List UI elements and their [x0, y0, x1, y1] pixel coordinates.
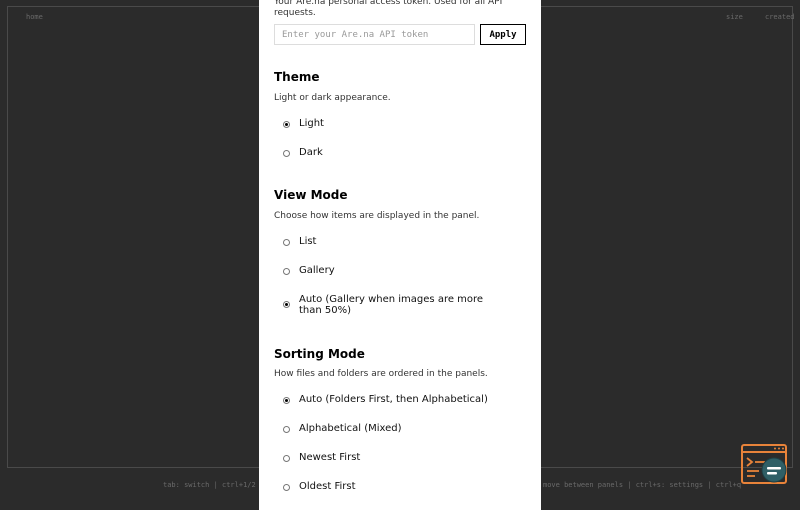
status-bar-left: tab: switch | ctrl+1/2 — [163, 481, 256, 489]
left-panel-background: home — [7, 6, 260, 468]
right-panel-background: size created — [540, 6, 795, 468]
terminal-window-icon[interactable] — [741, 444, 789, 486]
api-token-input[interactable] — [274, 24, 475, 45]
sort-option-label: Alphabetical (Mixed) — [299, 423, 402, 434]
theme-option-label: Light — [299, 118, 324, 129]
view-mode-title: View Mode — [274, 188, 348, 202]
token-description: Your Are.na personal access token. Used … — [274, 0, 503, 18]
radio-auto-sort[interactable] — [283, 397, 290, 404]
radio-newest[interactable] — [283, 455, 290, 462]
settings-modal: Your Are.na personal access token. Used … — [259, 0, 541, 510]
token-row: Apply — [274, 24, 526, 45]
radio-list[interactable] — [283, 239, 290, 246]
view-mode-description: Choose how items are displayed in the pa… — [274, 211, 480, 221]
left-panel-title: home — [26, 13, 43, 21]
column-created-label: created — [765, 13, 795, 21]
radio-oldest[interactable] — [283, 484, 290, 491]
view-option-label: Gallery — [299, 265, 335, 276]
column-size-label: size — [726, 13, 743, 21]
view-option-auto[interactable]: Auto (Gallery when images are more than … — [283, 294, 498, 316]
view-option-label: List — [299, 236, 317, 247]
sort-option-label: Auto (Folders First, then Alphabetical) — [299, 394, 488, 405]
sort-option-newest[interactable]: Newest First — [283, 452, 523, 463]
radio-dark[interactable] — [283, 150, 290, 157]
view-option-list[interactable]: List — [283, 236, 523, 247]
sorting-mode-description: How files and folders are ordered in the… — [274, 369, 488, 379]
theme-title: Theme — [274, 70, 320, 84]
radio-light[interactable] — [283, 121, 290, 128]
theme-description: Light or dark appearance. — [274, 93, 391, 103]
sort-option-label: Newest First — [299, 452, 361, 463]
view-option-label: Auto (Gallery when images are more than … — [299, 294, 484, 316]
sort-option-auto[interactable]: Auto (Folders First, then Alphabetical) — [283, 394, 523, 405]
sort-option-label: Oldest First — [299, 481, 356, 492]
radio-alphabetical[interactable] — [283, 426, 290, 433]
theme-option-dark[interactable]: Dark — [283, 147, 523, 158]
radio-gallery[interactable] — [283, 268, 290, 275]
sorting-mode-title: Sorting Mode — [274, 347, 365, 361]
sort-option-alphabetical[interactable]: Alphabetical (Mixed) — [283, 423, 523, 434]
theme-option-label: Dark — [299, 147, 323, 158]
apply-button[interactable]: Apply — [480, 24, 526, 45]
theme-option-light[interactable]: Light — [283, 118, 523, 129]
status-bar-right: move between panels | ctrl+s: settings |… — [543, 481, 742, 489]
radio-auto-view[interactable] — [283, 301, 290, 308]
sort-option-oldest[interactable]: Oldest First — [283, 481, 523, 492]
view-option-gallery[interactable]: Gallery — [283, 265, 523, 276]
